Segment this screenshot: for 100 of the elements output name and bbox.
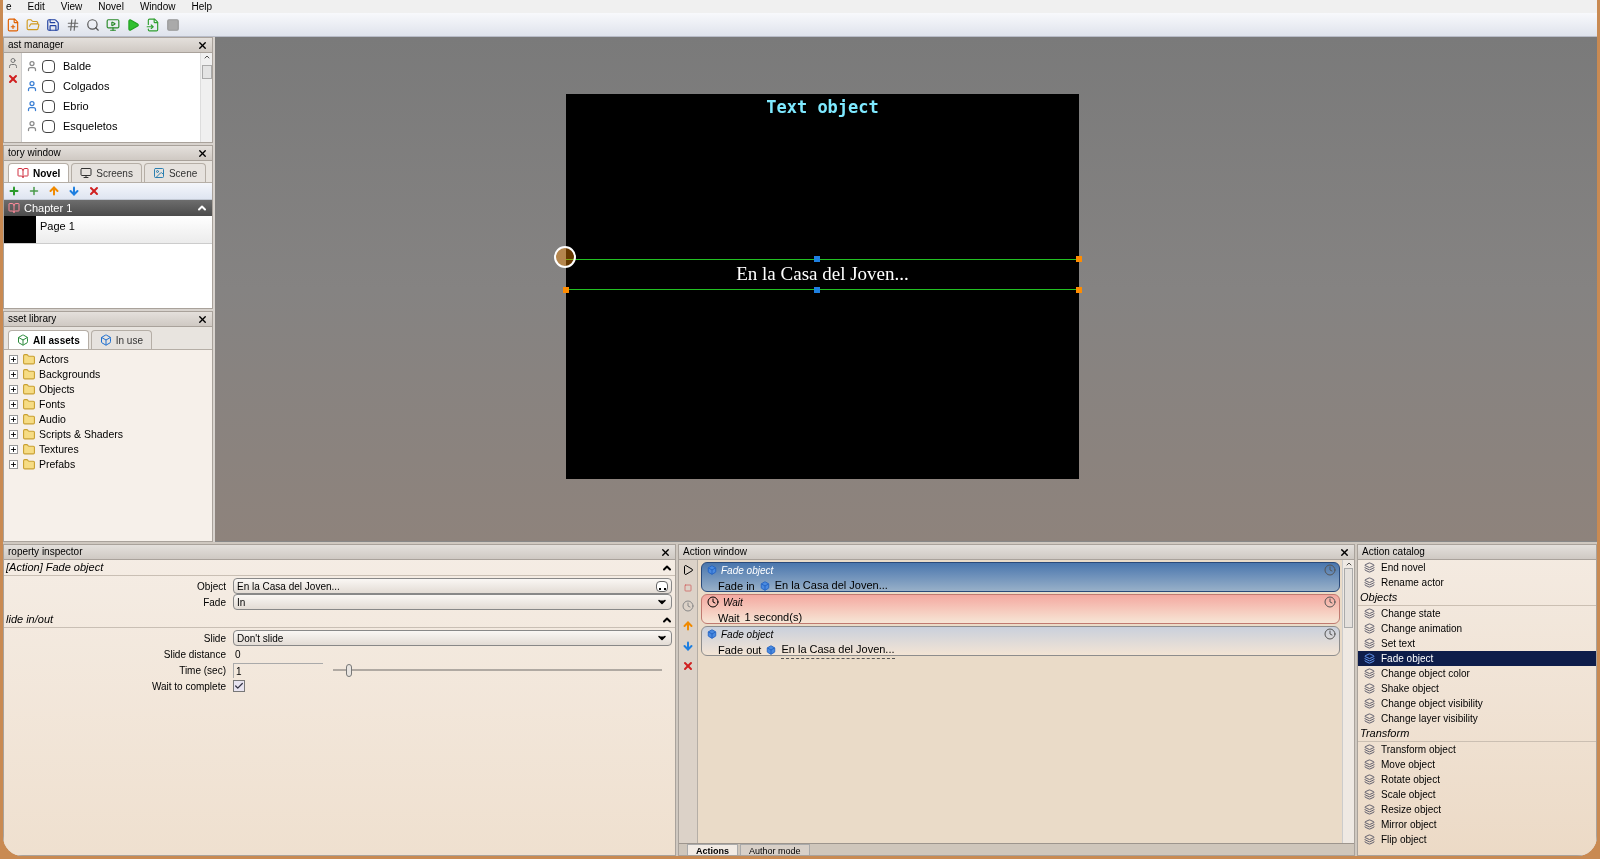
actor-checkbox[interactable] bbox=[42, 119, 55, 133]
actor-name[interactable]: Ebrio bbox=[63, 97, 89, 115]
scroll-thumb[interactable] bbox=[1344, 568, 1353, 628]
expand-icon[interactable] bbox=[9, 355, 18, 364]
section-header[interactable]: [Action] Fade object bbox=[4, 560, 675, 576]
section-header[interactable]: lide in/out bbox=[4, 612, 675, 628]
play-icon[interactable] bbox=[126, 17, 140, 32]
close-icon[interactable] bbox=[197, 147, 208, 159]
panel-tab[interactable]: Novel bbox=[8, 163, 70, 182]
catalog-item[interactable]: Rotate object bbox=[1358, 772, 1596, 787]
catalog-item[interactable]: Flip object bbox=[1358, 832, 1596, 847]
catalog-item[interactable]: Shake object bbox=[1358, 681, 1596, 696]
folder-name[interactable]: Prefabs bbox=[39, 456, 76, 473]
close-icon[interactable] bbox=[197, 313, 208, 325]
expand-icon[interactable] bbox=[9, 370, 18, 379]
catalog-item[interactable]: Change state bbox=[1358, 606, 1596, 621]
catalog-item[interactable]: Rename actor bbox=[1358, 575, 1596, 590]
chapter-header[interactable]: Chapter 1 bbox=[4, 200, 212, 216]
action-item[interactable]: Fade object Fade out En la Casa del Joven... bbox=[701, 626, 1340, 656]
expand-icon[interactable] bbox=[9, 415, 18, 424]
bottom-tab[interactable]: Author mode bbox=[740, 844, 810, 855]
bottom-tab[interactable]: Actions bbox=[687, 844, 738, 855]
expand-icon[interactable] bbox=[9, 385, 18, 394]
dropdown-field[interactable]: Don't slide bbox=[233, 630, 672, 646]
save-icon[interactable] bbox=[46, 17, 60, 32]
slider-thumb[interactable] bbox=[346, 663, 353, 677]
delete-icon[interactable] bbox=[6, 73, 19, 85]
folder-name[interactable]: Backgrounds bbox=[39, 366, 101, 383]
open-folder-icon[interactable] bbox=[26, 17, 40, 32]
actor-checkbox[interactable] bbox=[42, 59, 55, 73]
folder-name[interactable]: Scripts & Shaders bbox=[39, 426, 124, 443]
time-field[interactable]: 1 bbox=[233, 662, 323, 678]
delete-icon[interactable] bbox=[88, 185, 100, 197]
resize-handle-icon[interactable] bbox=[563, 287, 569, 293]
menu-item[interactable]: Edit bbox=[27, 1, 45, 12]
menu-item[interactable]: Novel bbox=[98, 1, 124, 12]
actor-name[interactable]: Esqueletos bbox=[63, 117, 118, 135]
panel-tab[interactable]: All assets bbox=[8, 330, 89, 349]
move-down-icon[interactable] bbox=[68, 185, 80, 197]
scroll-up-icon[interactable] bbox=[202, 53, 211, 61]
text-object[interactable]: En la Casa del Joven... bbox=[566, 259, 1079, 290]
catalog-item[interactable]: End novel bbox=[1358, 560, 1596, 575]
close-icon[interactable] bbox=[1339, 546, 1350, 558]
catalog-item[interactable]: Change object visibility bbox=[1358, 696, 1596, 711]
catalog-item[interactable]: Change object color bbox=[1358, 666, 1596, 681]
actor-name[interactable]: Colgados bbox=[63, 77, 110, 95]
stop-icon[interactable] bbox=[166, 17, 180, 32]
expand-icon[interactable] bbox=[9, 445, 18, 454]
menu-item[interactable]: Help bbox=[191, 1, 213, 12]
scroll-thumb[interactable] bbox=[201, 65, 212, 79]
catalog-item[interactable]: Transform object bbox=[1358, 742, 1596, 757]
search-icon[interactable] bbox=[86, 17, 100, 32]
expand-icon[interactable] bbox=[9, 430, 18, 439]
dropdown-field[interactable]: In bbox=[233, 594, 672, 610]
resize-handle-icon[interactable] bbox=[1076, 287, 1082, 293]
clock-icon[interactable] bbox=[1324, 628, 1336, 640]
distance-field[interactable]: 0 bbox=[233, 646, 672, 662]
page-name[interactable]: Page 1 bbox=[40, 218, 75, 243]
folder-name[interactable]: Textures bbox=[39, 441, 79, 458]
action-item[interactable]: Fade object Fade in En la Casa del Joven... bbox=[701, 562, 1340, 592]
play-page-icon[interactable] bbox=[146, 17, 160, 32]
close-icon[interactable] bbox=[197, 39, 208, 51]
expand-icon[interactable] bbox=[9, 400, 18, 409]
menu-item[interactable]: View bbox=[60, 1, 83, 12]
expand-icon[interactable] bbox=[9, 460, 18, 469]
panel-tab[interactable]: In use bbox=[90, 330, 152, 349]
scrollbar[interactable] bbox=[200, 53, 212, 142]
catalog-item[interactable]: Change animation bbox=[1358, 621, 1596, 636]
actor-checkbox[interactable] bbox=[42, 79, 55, 93]
close-icon[interactable] bbox=[660, 546, 671, 558]
folder-name[interactable]: Audio bbox=[39, 411, 66, 428]
scrollbar[interactable] bbox=[1342, 560, 1354, 843]
move-up-icon[interactable] bbox=[48, 185, 60, 197]
preview-icon[interactable] bbox=[106, 17, 120, 32]
resize-handle-icon[interactable] bbox=[1076, 256, 1082, 262]
grid-icon[interactable] bbox=[66, 17, 80, 32]
time-slider[interactable] bbox=[333, 663, 662, 677]
catalog-item[interactable]: Change layer visibility bbox=[1358, 711, 1596, 726]
move-down-icon[interactable] bbox=[682, 640, 694, 652]
catalog-item[interactable]: Set text bbox=[1358, 636, 1596, 651]
delete-icon[interactable] bbox=[682, 660, 694, 672]
panel-tab[interactable]: Scene bbox=[143, 163, 207, 182]
catalog-item[interactable]: Move object bbox=[1358, 757, 1596, 772]
folder-name[interactable]: Actors bbox=[39, 351, 69, 368]
panel-tab[interactable]: Screens bbox=[71, 163, 142, 182]
menu-item[interactable]: e bbox=[6, 1, 12, 12]
insert-icon[interactable] bbox=[682, 564, 694, 576]
resize-handle-icon[interactable] bbox=[814, 256, 820, 262]
resize-handle-icon[interactable] bbox=[814, 287, 820, 293]
person-icon[interactable] bbox=[6, 57, 19, 69]
add-page-icon[interactable] bbox=[28, 185, 40, 197]
catalog-item[interactable]: Fade object bbox=[1358, 651, 1596, 666]
selection-handle-drawing[interactable] bbox=[554, 246, 576, 268]
object-field[interactable]: En la Casa del Joven... bbox=[233, 578, 672, 594]
folder-name[interactable]: Fonts bbox=[39, 396, 66, 413]
wait-checkbox[interactable] bbox=[233, 680, 245, 692]
action-item[interactable]: Wait Wait 1 second(s) bbox=[701, 594, 1340, 624]
menu-item[interactable]: Window bbox=[139, 1, 176, 12]
add-chapter-icon[interactable] bbox=[8, 185, 20, 197]
catalog-item[interactable]: Scale object bbox=[1358, 787, 1596, 802]
